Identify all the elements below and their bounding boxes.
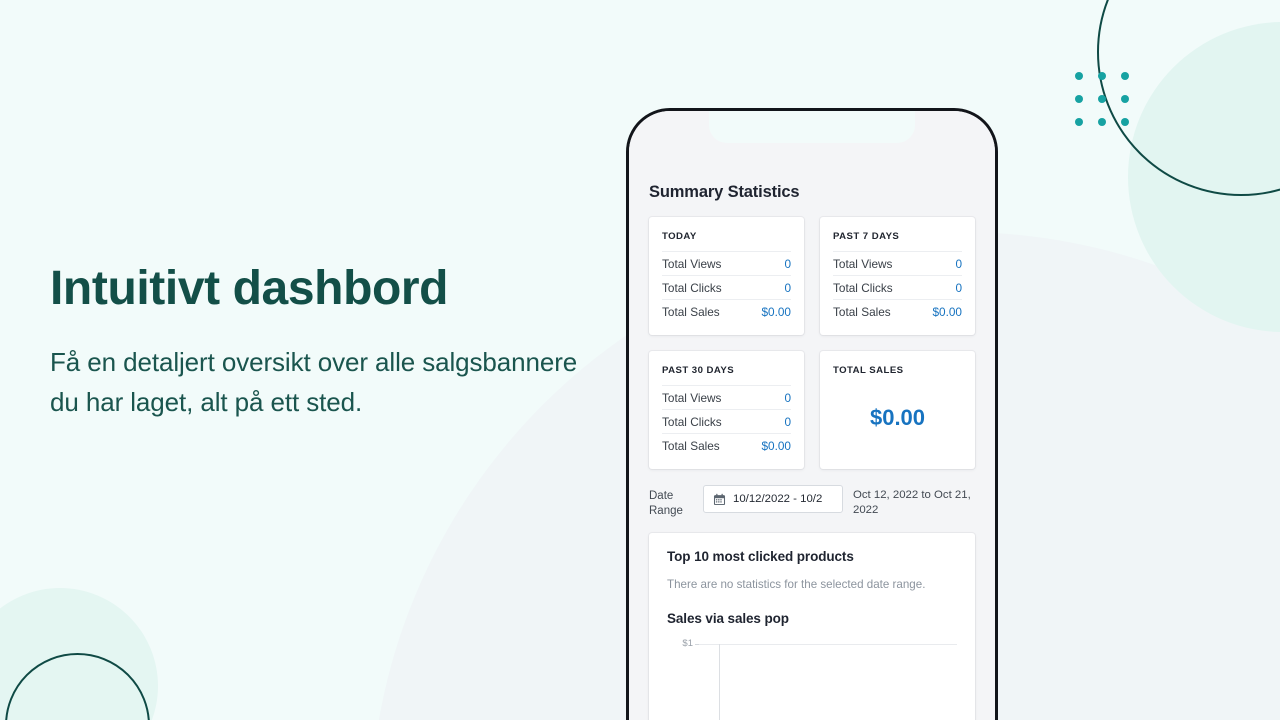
stat-row: Total Views 0 — [662, 385, 791, 409]
stat-label: Total Views — [662, 256, 722, 271]
stat-label: Total Sales — [662, 438, 720, 453]
stat-value: $0.00 — [761, 438, 791, 453]
page-subtitle: Få en detaljert oversikt over alle salgs… — [50, 346, 578, 418]
panel-title: Top 10 most clicked products — [667, 549, 854, 565]
stat-value: 0 — [784, 390, 791, 405]
date-range-row: Date Range 10/12/2022 - 10/2 Oct 12, 202… — [649, 485, 975, 519]
calendar-icon — [713, 493, 726, 505]
stat-card-title: TOTAL SALES — [833, 365, 904, 376]
stat-value: 0 — [784, 280, 791, 295]
stat-label: Total Views — [833, 256, 893, 271]
stat-card-today: TODAY Total Views 0 Total Clicks 0 Total… — [649, 217, 804, 335]
stat-label: Total Sales — [833, 304, 891, 319]
stat-cards-row-1: TODAY Total Views 0 Total Clicks 0 Total… — [649, 217, 975, 335]
outline-ring-top-right — [1097, 0, 1280, 196]
stat-row: Total Clicks 0 — [662, 275, 791, 299]
stat-label: Total Clicks — [662, 280, 722, 295]
phone-mockup: Summary Statistics TODAY Total Views 0 T… — [626, 108, 998, 720]
sales-chart-title: Sales via sales pop — [667, 611, 789, 627]
mint-circle-bottom-left — [0, 588, 158, 720]
stat-card-past-30-days: PAST 30 DAYS Total Views 0 Total Clicks … — [649, 351, 804, 469]
stat-label: Total Views — [662, 390, 722, 405]
dot-grid-decoration — [1075, 72, 1129, 126]
stat-card-title: PAST 7 DAYS — [833, 231, 900, 242]
phone-screen: Summary Statistics TODAY Total Views 0 T… — [629, 111, 995, 720]
stat-value: 0 — [955, 280, 962, 295]
chart-y-tick-label: $1 — [682, 638, 693, 650]
phone-notch — [709, 111, 915, 143]
summary-statistics-title: Summary Statistics — [649, 183, 800, 201]
stat-value: 0 — [955, 256, 962, 271]
stat-label: Total Sales — [662, 304, 720, 319]
stat-value: 0 — [784, 256, 791, 271]
page-title: Intuitivt dashbord — [50, 262, 449, 315]
stat-value: $0.00 — [761, 304, 791, 319]
total-sales-amount: $0.00 — [869, 405, 926, 430]
stat-row: Total Sales $0.00 — [833, 299, 962, 323]
stat-row: Total Clicks 0 — [662, 409, 791, 433]
date-range-input[interactable]: 10/12/2022 - 10/2 — [703, 485, 843, 513]
marketing-copy: Intuitivt dashbord Få en detaljert overs… — [50, 262, 610, 423]
stat-row: Total Views 0 — [662, 251, 791, 275]
chart-y-axis — [719, 644, 720, 720]
stat-label: Total Clicks — [833, 280, 893, 295]
stat-value: 0 — [784, 414, 791, 429]
stat-card-title: PAST 30 DAYS — [662, 365, 735, 376]
stat-row: Total Sales $0.00 — [662, 299, 791, 323]
date-range-value: 10/12/2022 - 10/2 — [733, 493, 823, 505]
stat-row: Total Clicks 0 — [833, 275, 962, 299]
mint-circle-top-right — [1128, 22, 1280, 332]
outline-ring-bottom-left — [5, 653, 150, 720]
stat-row: Total Views 0 — [833, 251, 962, 275]
stat-value: $0.00 — [932, 304, 962, 319]
stat-label: Total Clicks — [662, 414, 722, 429]
stat-cards-row-2: PAST 30 DAYS Total Views 0 Total Clicks … — [649, 351, 975, 469]
stat-card-past-7-days: PAST 7 DAYS Total Views 0 Total Clicks 0… — [820, 217, 975, 335]
date-range-caption: Oct 12, 2022 to Oct 21, 2022 — [853, 489, 971, 517]
empty-state-text: There are no statistics for the selected… — [667, 578, 926, 592]
chart-gridline — [699, 644, 957, 646]
stat-card-title: TODAY — [662, 231, 697, 242]
date-range-label: Date Range — [649, 490, 683, 518]
top-products-panel: Top 10 most clicked products There are n… — [649, 533, 975, 720]
stat-row: Total Sales $0.00 — [662, 433, 791, 457]
stat-card-total-sales: TOTAL SALES $0.00 — [820, 351, 975, 469]
sales-chart: $1 — [667, 638, 957, 720]
